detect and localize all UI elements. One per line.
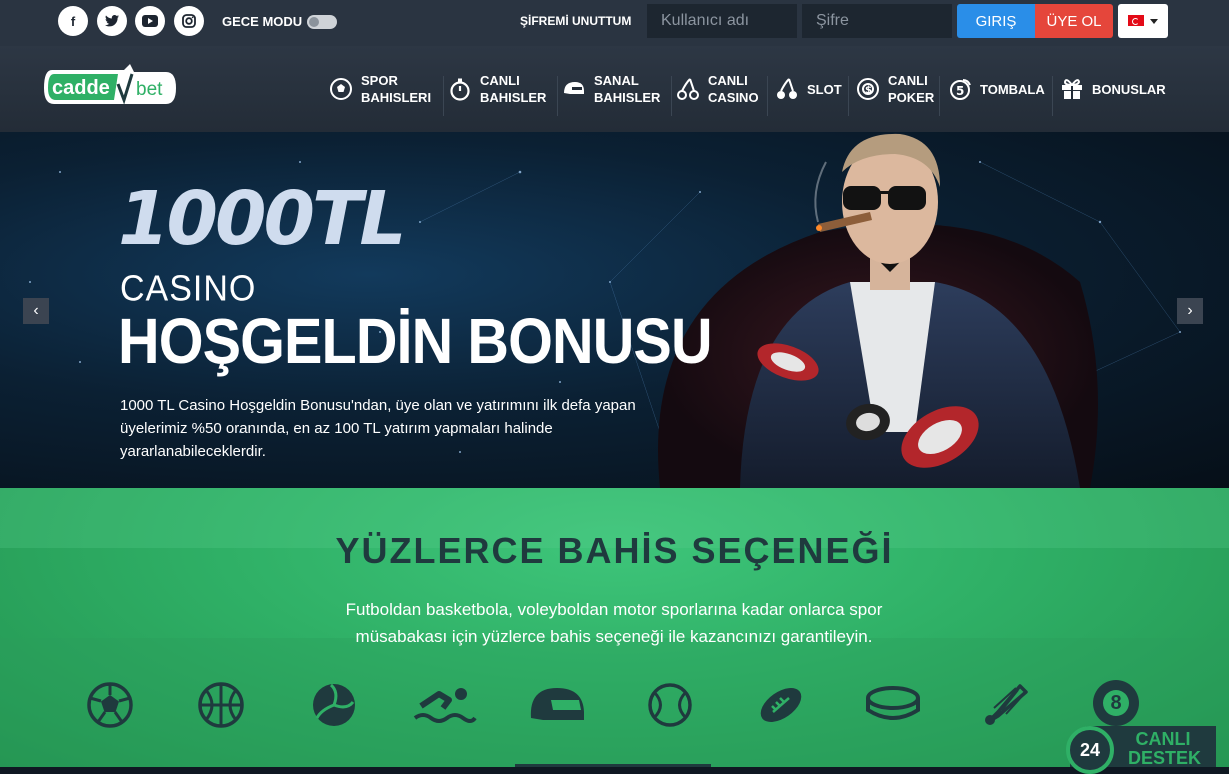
nav-label-line1: SPOR	[361, 73, 398, 88]
top-bar: f GECE MODU ŞİFREMİ UNUTTUM GIRIŞ ÜYE OL	[0, 0, 1229, 46]
badminton-icon[interactable]	[980, 680, 1030, 730]
logo-text-left: cadde	[52, 77, 110, 99]
cherries-icon	[777, 78, 797, 99]
youtube-play-glyph	[142, 15, 158, 27]
nav-label-line1: SLOT	[807, 81, 842, 97]
sports-title: YÜZLERCE BAHİS SEÇENEĞİ	[335, 530, 894, 571]
nav-sports-betting[interactable]: SPOR BAHISLERI	[329, 72, 441, 106]
nav-divider	[557, 76, 558, 116]
nav-label-line2: BAHISLERI	[361, 90, 432, 105]
hero-title: 1000TL	[118, 176, 407, 262]
support-label-line2: DESTEK	[1128, 748, 1202, 768]
tennis-icon[interactable]	[645, 680, 695, 730]
nav-bingo[interactable]: 5 TOMBALA	[948, 72, 1050, 106]
svg-text:5: 5	[956, 84, 964, 98]
nav-label: TOMBALA	[980, 81, 1050, 98]
lottery-ball-icon: 5	[950, 79, 971, 100]
nav-virtual-betting[interactable]: SANAL BAHISLER	[562, 72, 674, 106]
volleyball-icon[interactable]	[309, 680, 359, 730]
live-support-widget[interactable]: 24 CANLI DESTEK	[1066, 726, 1216, 774]
turkey-flag-icon	[1128, 15, 1144, 26]
cherries-icon	[677, 78, 699, 100]
youtube-icon[interactable]	[135, 6, 165, 36]
eight-ball-label: 8	[1103, 690, 1129, 716]
soccer-ball-icon	[330, 78, 352, 100]
language-selector[interactable]	[1118, 4, 1168, 38]
hero-slider: ‹ › 1000TL CASINO HOŞGELDİN BONUSU 1000 …	[0, 132, 1229, 488]
nav-label-line2: POKER	[888, 90, 935, 105]
facebook-icon[interactable]: f	[58, 6, 88, 36]
nav-label-line1: SANAL	[594, 73, 639, 88]
soccer-icon[interactable]	[85, 680, 135, 730]
nav-bonuses[interactable]: BONUSLAR	[1060, 72, 1172, 106]
nav-label: CANLI CASINO	[708, 72, 768, 106]
login-button[interactable]: GIRIŞ	[957, 4, 1035, 38]
helmet-icon	[564, 82, 584, 94]
basketball-icon[interactable]	[196, 680, 246, 730]
billiards-8-ball-icon[interactable]: 8	[1093, 680, 1139, 726]
hero-subtitle-big: HOŞGELDİN BONUSU	[118, 305, 713, 377]
poker-chip-icon: $	[857, 78, 879, 100]
nav-label: CANLI BAHISLER	[480, 72, 560, 106]
nav-label: CANLI POKER	[888, 72, 938, 106]
forgot-password-link[interactable]: ŞİFREMİ UNUTTUM	[520, 14, 631, 28]
chevron-down-icon	[1150, 19, 1158, 24]
nav-divider	[939, 76, 940, 116]
nav-divider	[848, 76, 849, 116]
slider-prev-button[interactable]: ‹	[23, 298, 49, 324]
nav-label-line1: CANLI	[708, 73, 748, 88]
nav-live-betting[interactable]: CANLI BAHISLER	[448, 72, 560, 106]
twitter-bird-glyph	[105, 15, 119, 27]
motorsport-helmet-icon[interactable]	[527, 680, 587, 730]
sports-section: YÜZLERCE BAHİS SEÇENEĞİ Futboldan basket…	[0, 488, 1229, 767]
support-label-line1: CANLI	[1135, 729, 1191, 749]
sports-description: Futboldan basketbola, voleyboldan motor …	[345, 600, 883, 646]
night-mode-label: GECE MODU	[222, 14, 303, 29]
nav-label-line1: CANLI	[888, 73, 928, 88]
ice-hockey-puck-icon[interactable]	[866, 680, 920, 730]
slider-next-button[interactable]: ›	[1177, 298, 1203, 324]
nav-label: SLOT	[807, 81, 847, 98]
nav-label-line1: TOMBALA	[980, 81, 1045, 97]
nav-divider	[767, 76, 768, 116]
instagram-icon[interactable]	[174, 6, 204, 36]
nav-live-casino[interactable]: CANLI CASINO	[676, 72, 768, 106]
password-input[interactable]	[802, 4, 952, 38]
instagram-camera-glyph	[182, 14, 196, 28]
logo-text-right: bet	[136, 79, 163, 100]
support-label: CANLI DESTEK	[1128, 729, 1202, 768]
hero-description: 1000 TL Casino Hoşgeldin Bonusu'ndan, üy…	[120, 397, 636, 460]
nav-divider	[671, 76, 672, 116]
username-input[interactable]	[647, 4, 797, 38]
nav-label-line1: BONUSLAR	[1092, 81, 1166, 97]
nav-live-poker[interactable]: $ CANLI POKER	[856, 72, 938, 106]
nav-label-line2: BAHISLER	[594, 90, 661, 105]
nav-label: SANAL BAHISLER	[594, 72, 674, 106]
night-mode-toggle[interactable]	[307, 15, 337, 29]
svg-text:$: $	[865, 85, 872, 96]
nav-label-line2: BAHISLER	[480, 90, 547, 105]
register-button[interactable]: ÜYE OL	[1035, 4, 1113, 38]
nav-divider	[1052, 76, 1053, 116]
twitter-icon[interactable]	[97, 6, 127, 36]
stopwatch-icon	[450, 78, 470, 101]
nav-label: BONUSLAR	[1092, 81, 1172, 98]
main-navbar: cadde bet SPOR BAHISLERI CANLI BAHISLER SA…	[0, 46, 1229, 132]
nav-label-line1: CANLI	[480, 73, 520, 88]
nav-divider	[443, 76, 444, 116]
toggle-knob	[309, 17, 319, 27]
nav-label: SPOR BAHISLERI	[361, 72, 441, 106]
nav-slot[interactable]: SLOT	[775, 72, 847, 106]
nav-label-line2: CASINO	[708, 90, 759, 105]
gift-icon	[1062, 79, 1082, 99]
american-football-icon[interactable]	[756, 680, 806, 730]
caddebet-logo[interactable]: cadde bet	[42, 64, 178, 112]
swimming-icon[interactable]	[413, 680, 477, 730]
